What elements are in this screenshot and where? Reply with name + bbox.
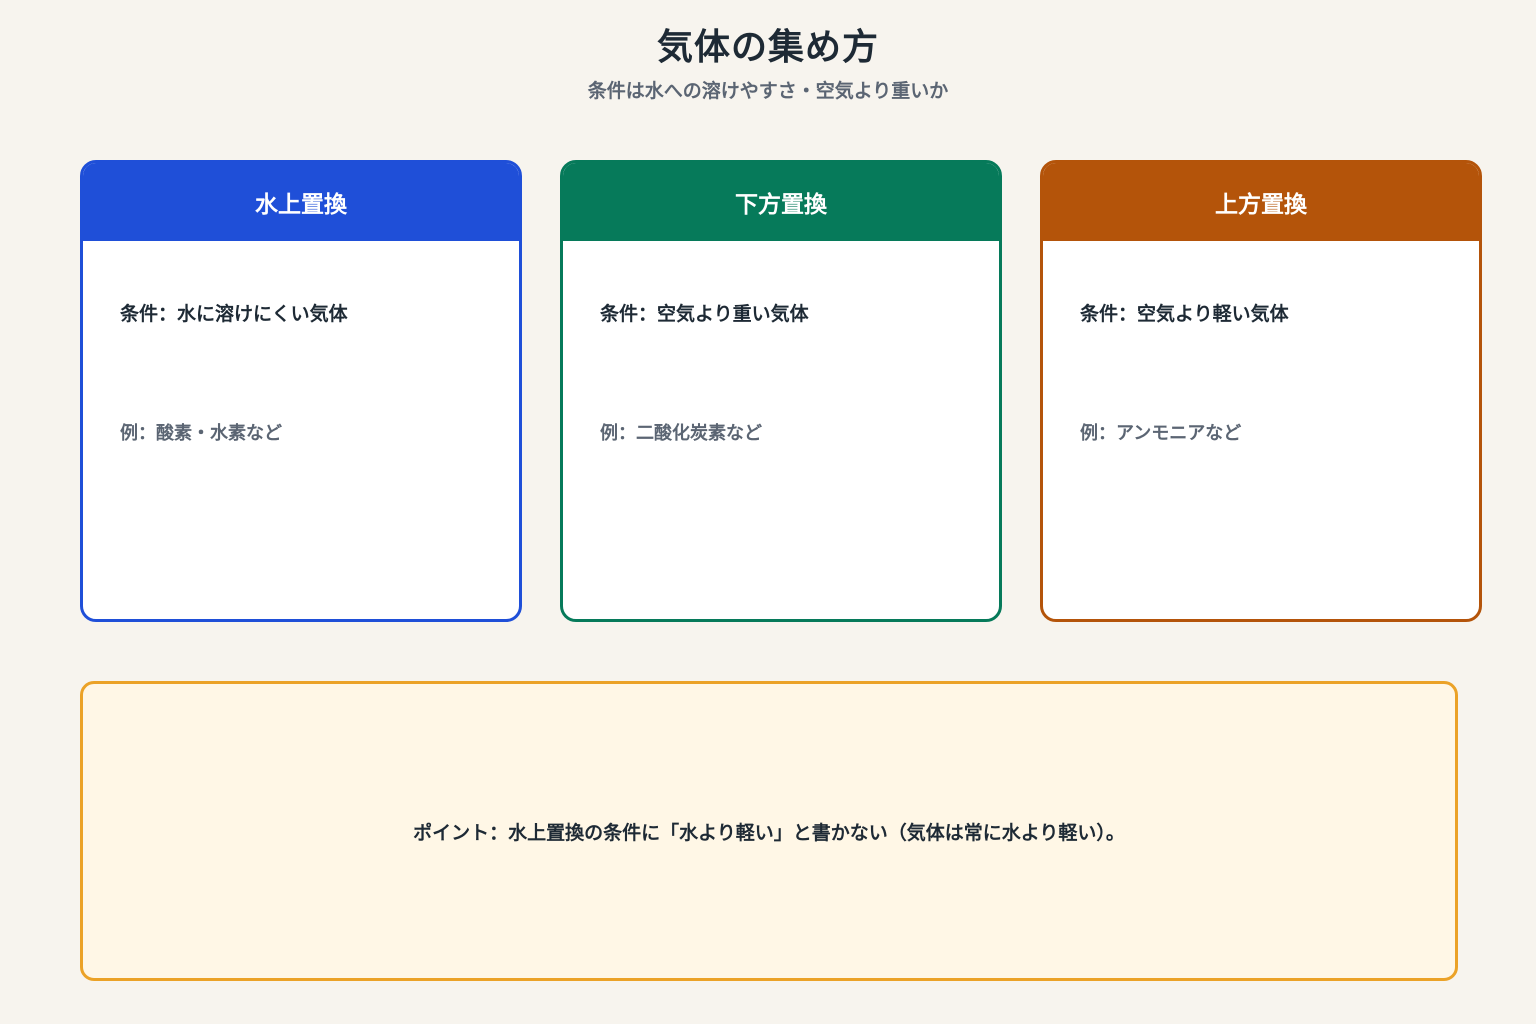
card-example: 例：二酸化炭素など — [600, 423, 762, 444]
card-water-displacement: 水上置換 条件：水に溶けにくい気体 例：酸素・水素など — [80, 160, 522, 622]
card-header: 下方置換 — [563, 163, 999, 241]
card-downward-displacement: 下方置換 条件：空気より重い気体 例：二酸化炭素など — [560, 160, 1002, 622]
card-example: 例：アンモニアなど — [1080, 423, 1242, 444]
card-upward-displacement: 上方置換 条件：空気より軽い気体 例：アンモニアなど — [1040, 160, 1482, 622]
point-text: ポイント：水上置換の条件に「水より軽い」と書かない（気体は常に水より軽い）。 — [413, 821, 1125, 844]
page-subtitle: 条件は水への溶けやすさ・空気より重いか — [587, 80, 949, 102]
point-callout: ポイント：水上置換の条件に「水より軽い」と書かない（気体は常に水より軽い）。 — [80, 681, 1458, 981]
card-header: 上方置換 — [1043, 163, 1479, 241]
page-title: 気体の集め方 — [656, 27, 879, 68]
card-example: 例：酸素・水素など — [120, 423, 282, 444]
card-condition: 条件：水に溶けにくい気体 — [120, 303, 348, 325]
card-condition: 条件：空気より重い気体 — [600, 303, 809, 325]
card-header: 水上置換 — [83, 163, 519, 241]
card-condition: 条件：空気より軽い気体 — [1080, 303, 1289, 325]
